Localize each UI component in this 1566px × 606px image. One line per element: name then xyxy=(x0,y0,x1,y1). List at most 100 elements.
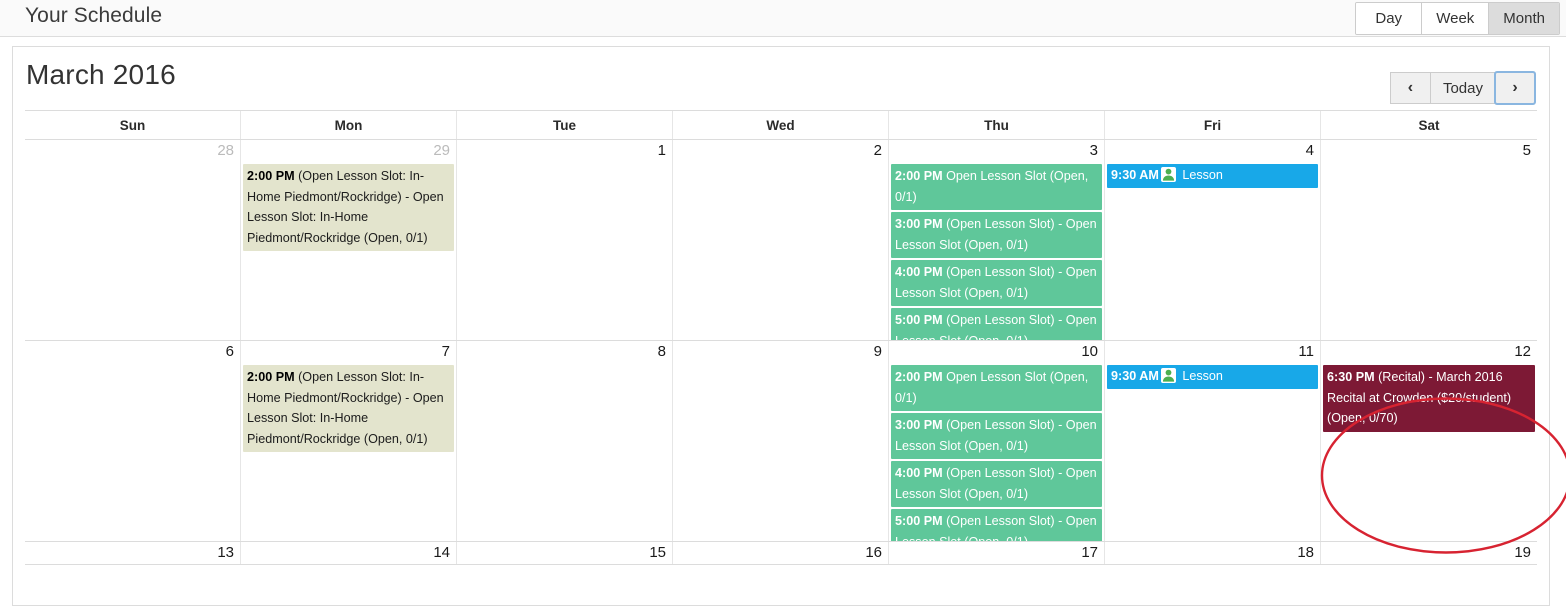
event-time: 4:00 PM xyxy=(895,466,943,480)
attendee-icon xyxy=(1160,167,1176,182)
event-time: 2:00 PM xyxy=(895,370,943,384)
view-button-month[interactable]: Month xyxy=(1489,3,1559,34)
calendar-event[interactable]: 2:00 PM (Open Lesson Slot: In-Home Piedm… xyxy=(243,365,454,452)
day-number: 29 xyxy=(433,142,450,159)
day-events: 2:00 PM Open Lesson Slot (Open, 0/1) 3:00… xyxy=(889,164,1104,340)
event-time: 2:00 PM xyxy=(247,169,295,183)
day-number: 5 xyxy=(1522,142,1531,159)
calendar-panel: March 2016 ‹ Today › Sun Mon Tue Wed Thu… xyxy=(12,46,1566,606)
weekday-header-row: Sun Mon Tue Wed Thu Fri Sat xyxy=(25,110,1537,140)
day-events: 2:00 PM (Open Lesson Slot: In-Home Piedm… xyxy=(241,164,456,253)
calendar-day-cell[interactable]: 4 9:30 AM Lesson xyxy=(1105,140,1321,340)
calendar-day-cell[interactable]: 5 xyxy=(1321,140,1537,340)
month-title: March 2016 xyxy=(26,59,176,90)
calendar-day-cell[interactable]: 16 xyxy=(673,542,889,564)
weekday-header-wed: Wed xyxy=(673,111,889,139)
day-events: 9:30 AM Lesson xyxy=(1105,365,1320,391)
calendar-day-cell[interactable]: 8 xyxy=(457,341,673,541)
top-bar: Your Schedule Day Week Month xyxy=(0,0,1566,37)
calendar-week-row: 6 7 2:00 PM (Open Lesson Slot: In-Home Pie… xyxy=(25,341,1537,542)
calendar-day-cell[interactable]: 6 xyxy=(25,341,241,541)
calendar-event[interactable]: 2:00 PM (Open Lesson Slot: In-Home Piedm… xyxy=(243,164,454,251)
event-time: 3:00 PM xyxy=(895,418,943,432)
day-number: 16 xyxy=(865,544,882,561)
event-time: 9:30 AM xyxy=(1111,168,1159,182)
calendar-event[interactable]: 3:00 PM (Open Lesson Slot) - Open Lesson… xyxy=(891,413,1102,459)
calendar-day-cell[interactable]: 9 xyxy=(673,341,889,541)
view-switcher: Day Week Month xyxy=(1355,2,1560,35)
calendar-day-cell[interactable]: 1 xyxy=(457,140,673,340)
calendar-weeks: 28 29 2:00 PM (Open Lesson Slot: In-Home P… xyxy=(25,140,1537,565)
day-number: 7 xyxy=(441,343,450,360)
day-number: 3 xyxy=(1089,142,1098,159)
event-time: 5:00 PM xyxy=(895,514,943,528)
day-number: 17 xyxy=(1081,544,1098,561)
day-number: 2 xyxy=(873,142,882,159)
calendar-day-cell[interactable]: 17 xyxy=(889,542,1105,564)
calendar-day-cell[interactable]: 2 xyxy=(673,140,889,340)
calendar-event[interactable]: 2:00 PM Open Lesson Slot (Open, 0/1) xyxy=(891,164,1102,210)
calendar-day-cell[interactable]: 28 xyxy=(25,140,241,340)
day-events: 2:00 PM Open Lesson Slot (Open, 0/1) 3:00… xyxy=(889,365,1104,541)
calendar-day-cell[interactable]: 19 xyxy=(1321,542,1537,564)
event-time: 2:00 PM xyxy=(247,370,295,384)
day-number: 15 xyxy=(649,544,666,561)
day-number: 12 xyxy=(1514,343,1531,360)
calendar-day-cell[interactable]: 29 2:00 PM (Open Lesson Slot: In-Home Pie… xyxy=(241,140,457,340)
day-events: 6:30 PM (Recital) - March 2016 Recital a… xyxy=(1321,365,1537,434)
day-number: 6 xyxy=(225,343,234,360)
calendar-day-cell[interactable]: 15 xyxy=(457,542,673,564)
calendar-day-cell[interactable]: 11 9:30 AM Lesson xyxy=(1105,341,1321,541)
calendar-event[interactable]: 6:30 PM (Recital) - March 2016 Recital a… xyxy=(1323,365,1535,432)
calendar-event[interactable]: 5:00 PM (Open Lesson Slot) - Open Lesson… xyxy=(891,308,1102,340)
calendar-day-cell[interactable]: 7 2:00 PM (Open Lesson Slot: In-Home Pied… xyxy=(241,341,457,541)
event-time: 2:00 PM xyxy=(895,169,943,183)
weekday-header-sun: Sun xyxy=(25,111,241,139)
event-time: 3:00 PM xyxy=(895,217,943,231)
view-button-day[interactable]: Day xyxy=(1356,3,1423,34)
weekday-header-thu: Thu xyxy=(889,111,1105,139)
view-button-week[interactable]: Week xyxy=(1422,3,1490,34)
calendar-day-cell[interactable]: 3 2:00 PM Open Lesson Slot (Open, 0/1) 3:0… xyxy=(889,140,1105,340)
day-number: 11 xyxy=(1298,343,1314,360)
calendar-event[interactable]: 2:00 PM Open Lesson Slot (Open, 0/1) xyxy=(891,365,1102,411)
calendar-day-cell[interactable]: 10 2:00 PM Open Lesson Slot (Open, 0/1) 3:… xyxy=(889,341,1105,541)
day-number: 13 xyxy=(217,544,234,561)
prev-month-button[interactable]: ‹ xyxy=(1389,72,1430,104)
weekday-header-sat: Sat xyxy=(1321,111,1537,139)
day-number: 19 xyxy=(1514,544,1531,561)
calendar-event[interactable]: 3:00 PM (Open Lesson Slot) - Open Lesson… xyxy=(891,212,1102,258)
calendar-day-cell[interactable]: 12 6:30 PM (Recital) - March 2016 Recital… xyxy=(1321,341,1537,541)
day-number: 9 xyxy=(873,343,882,360)
event-title: Lesson xyxy=(1178,168,1223,182)
calendar-event[interactable]: 9:30 AM Lesson xyxy=(1107,164,1318,188)
day-number: 4 xyxy=(1305,142,1314,159)
weekday-header-tue: Tue xyxy=(457,111,673,139)
day-number: 28 xyxy=(217,142,234,159)
event-time: 5:00 PM xyxy=(895,313,943,327)
calendar-event[interactable]: 4:00 PM (Open Lesson Slot) - Open Lesson… xyxy=(891,260,1102,306)
calendar-day-cell[interactable]: 18 xyxy=(1105,542,1321,564)
calendar-event[interactable]: 4:00 PM (Open Lesson Slot) - Open Lesson… xyxy=(891,461,1102,507)
day-number: 8 xyxy=(657,343,666,360)
today-button[interactable]: Today xyxy=(1429,72,1495,104)
event-time: 4:00 PM xyxy=(895,265,943,279)
weekday-header-fri: Fri xyxy=(1105,111,1321,139)
day-number: 18 xyxy=(1297,544,1314,561)
page-title: Your Schedule xyxy=(25,4,163,27)
calendar-event[interactable]: 5:00 PM (Open Lesson Slot) - Open Lesson… xyxy=(891,509,1102,541)
calendar-event[interactable]: 9:30 AM Lesson xyxy=(1107,365,1318,389)
calendar-week-row: 13 14 15 16 17 18 19 xyxy=(25,542,1537,565)
event-time: 9:30 AM xyxy=(1111,369,1159,383)
calendar-header: March 2016 ‹ Today › xyxy=(13,47,1549,110)
calendar-nav-group: ‹ Today › xyxy=(1389,71,1536,105)
calendar-day-cell[interactable]: 14 xyxy=(241,542,457,564)
calendar-day-cell[interactable]: 13 xyxy=(25,542,241,564)
event-time: 6:30 PM xyxy=(1327,370,1375,384)
day-number: 1 xyxy=(657,142,666,159)
calendar-week-row: 28 29 2:00 PM (Open Lesson Slot: In-Home P… xyxy=(25,140,1537,341)
next-month-button[interactable]: › xyxy=(1494,71,1536,105)
calendar-grid: Sun Mon Tue Wed Thu Fri Sat 28 29 2:00 PM … xyxy=(25,110,1537,565)
day-events: 2:00 PM (Open Lesson Slot: In-Home Piedm… xyxy=(241,365,456,454)
weekday-header-mon: Mon xyxy=(241,111,457,139)
